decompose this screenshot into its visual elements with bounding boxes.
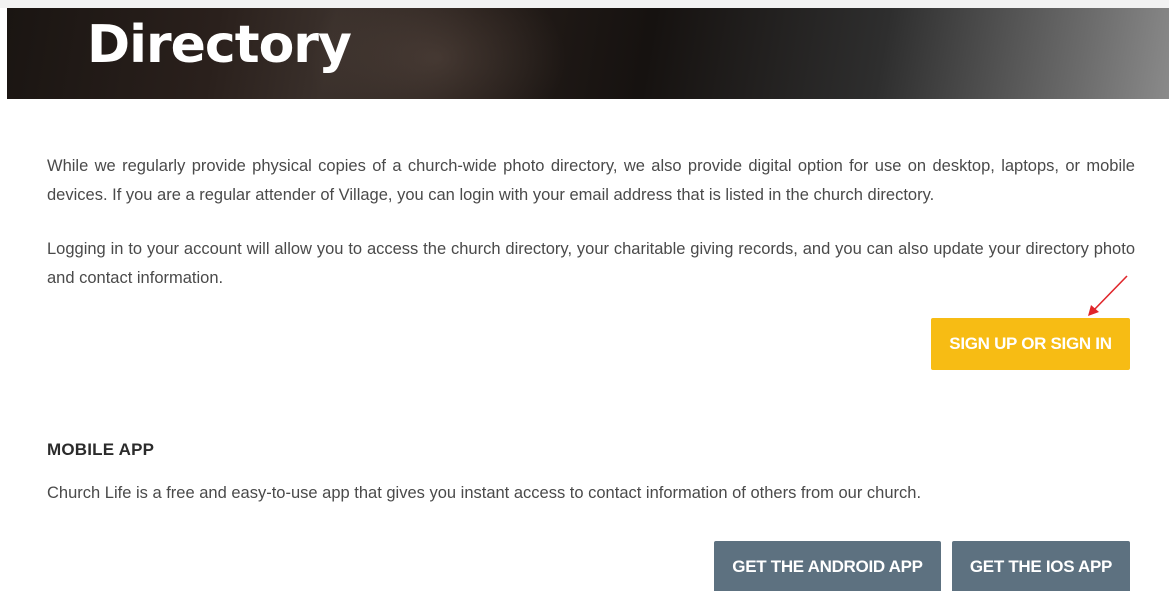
account-paragraph: Logging in to your account will allow yo… <box>47 240 1135 287</box>
hero-banner: Directory <box>7 8 1169 99</box>
red-arrow-icon <box>1088 275 1128 316</box>
mobile-app-description: Church Life is a free and easy-to-use ap… <box>47 484 922 502</box>
top-strip <box>0 0 1169 8</box>
get-ios-app-button[interactable]: GET THE IOS APP <box>952 541 1130 591</box>
get-android-app-button[interactable]: GET THE ANDROID APP <box>714 541 941 591</box>
mobile-app-heading: MOBILE APP <box>47 440 155 459</box>
intro-paragraph: While we regularly provide physical copi… <box>47 157 1135 204</box>
page-title: Directory <box>87 15 352 75</box>
sign-up-or-sign-in-button[interactable]: SIGN UP OR SIGN IN <box>931 318 1130 370</box>
